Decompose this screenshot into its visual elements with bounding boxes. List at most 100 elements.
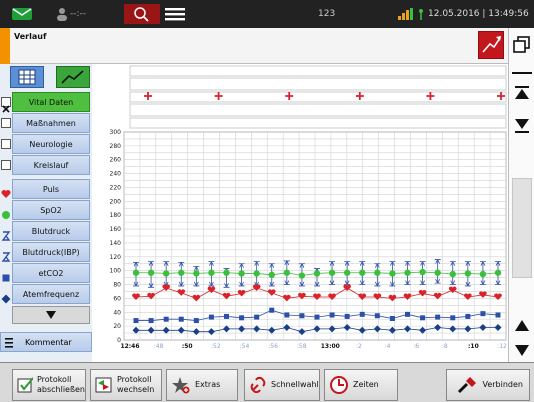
diamond-icon — [1, 289, 11, 304]
quickselect-button[interactable]: Schnellwahl — [244, 369, 320, 401]
etco2-point — [405, 311, 410, 317]
status-center: 123 — [318, 9, 336, 19]
nav-item-puls[interactable]: Puls — [12, 179, 90, 199]
menu-icon[interactable] — [165, 7, 185, 21]
etco2-point — [420, 315, 426, 321]
y-tick-label: 100 — [110, 268, 122, 275]
switch-protocol-label-2: wechseln — [117, 385, 155, 394]
arrow-down-icon — [46, 311, 56, 319]
scroll-top-button[interactable] — [515, 86, 529, 102]
extras-icon — [172, 377, 190, 394]
scroll-bottom-button[interactable] — [515, 118, 529, 134]
status-bar: --:-- 123 12.05.2016 | 13:49:56 — [0, 0, 534, 28]
spo2-point — [223, 269, 230, 276]
sidebar: Vital Daten Maßnahmen Neurologie Kreislauf P… — [0, 64, 92, 362]
nav-item-etco2[interactable]: etCO2 — [12, 263, 90, 283]
x-tick-label: :2 — [356, 343, 362, 350]
comment-button[interactable]: Kommentar — [0, 332, 92, 352]
x-tick-label: :48 — [154, 343, 164, 350]
spo2-point — [479, 270, 487, 278]
nav-more-button[interactable] — [12, 306, 90, 324]
scroll-down-button[interactable] — [515, 342, 529, 356]
table-view-button[interactable] — [10, 66, 44, 88]
trend-icon — [61, 70, 84, 84]
checkbox-3[interactable] — [1, 160, 11, 170]
right-panel — [508, 28, 534, 362]
checkbox-1[interactable] — [1, 118, 11, 128]
spo2-point — [178, 269, 185, 276]
x-tick-label: 12:46 — [120, 343, 139, 350]
spo2-point — [162, 270, 170, 277]
nav-item-blutdruck[interactable]: Blutdruck — [12, 221, 90, 241]
etco2-point — [359, 311, 365, 317]
x-tick-label: :8 — [442, 343, 448, 350]
etco2-point — [374, 313, 380, 319]
connect-button[interactable]: Verbinden — [446, 369, 530, 401]
nav-item-spo2[interactable]: SpO2 — [12, 200, 90, 220]
scroll-up-button[interactable] — [515, 318, 529, 332]
nav-item-vital-daten[interactable]: Vital Daten — [12, 92, 90, 112]
connect-icon — [458, 377, 477, 394]
etco2-point — [435, 314, 441, 320]
nav-item-label: Puls — [42, 184, 60, 194]
spo2-point — [268, 271, 275, 279]
heart-icon — [1, 184, 11, 198]
window-icon[interactable] — [513, 36, 531, 54]
search-button[interactable] — [124, 4, 160, 24]
spo2-point — [434, 269, 441, 276]
y-tick-label: 80 — [113, 282, 121, 289]
mail-icon[interactable] — [12, 8, 32, 20]
title-bar: Verlauf — [0, 28, 508, 64]
etco2-point — [344, 313, 350, 319]
nav-item-label: Blutdruck — [31, 226, 71, 236]
y-tick-label: 20 — [113, 323, 121, 330]
switch-protocol-button[interactable]: Protokoll wechseln — [90, 369, 162, 401]
nav-item-kreislauf[interactable]: Kreislauf — [12, 155, 90, 175]
nav-item-ma-nahmen[interactable]: Maßnahmen — [12, 113, 90, 133]
etco2-point — [495, 312, 501, 318]
y-tick-label: 260 — [110, 157, 122, 164]
user-icon[interactable] — [56, 7, 68, 21]
nav-item-label: Maßnahmen — [26, 118, 76, 128]
trend-view-button[interactable] — [478, 31, 504, 59]
event-row — [129, 91, 507, 103]
close-protocol-icon — [17, 377, 33, 393]
spo2-point — [343, 269, 351, 276]
nav-item-blutdruck-ibp-[interactable]: Blutdruck(IBP) — [12, 242, 90, 262]
close-protocol-button[interactable]: Protokoll abschließen — [12, 369, 86, 401]
circle-icon — [1, 205, 11, 219]
etco2-point — [148, 318, 154, 324]
spo2-point — [298, 272, 306, 279]
bottom-toolbar: Protokoll abschließen Protokoll wechseln E… — [0, 362, 534, 402]
etco2-point — [254, 314, 260, 320]
checkbox-0[interactable] — [1, 97, 11, 113]
search-icon — [134, 7, 149, 22]
spo2-point — [313, 270, 321, 277]
event-row — [129, 103, 507, 117]
spo2-point — [374, 269, 381, 276]
nav-item-neurologie[interactable]: Neurologie — [12, 134, 90, 154]
nav-item-atemfrequenz[interactable]: Atemfrequenz — [12, 284, 90, 304]
extras-button[interactable]: Extras — [166, 369, 238, 401]
times-button[interactable]: Zeiten — [324, 369, 398, 401]
scrollbar-thumb[interactable] — [512, 178, 532, 278]
event-row — [129, 77, 507, 91]
checkbox-2[interactable] — [1, 139, 11, 149]
status-datetime: 12.05.2016 | 13:49:56 — [428, 9, 529, 19]
table-icon — [18, 69, 36, 85]
nav-item-label: Kreislauf — [33, 160, 69, 170]
x-tick-label: :52 — [211, 343, 221, 350]
etco2-point — [269, 307, 275, 313]
spo2-point — [419, 268, 426, 276]
etco2-point — [299, 313, 305, 319]
x-tick-label: :12 — [497, 343, 507, 350]
trend-chart[interactable]: 300 280 260 240 220 200 180 160 140 120 100 80 60 40 2… — [92, 64, 508, 362]
scroll-bottom-icon — [515, 119, 529, 133]
y-tick-label: 160 — [110, 226, 122, 233]
etco2-point — [133, 318, 139, 324]
graph-view-button[interactable] — [56, 66, 90, 88]
spo2-point — [283, 269, 291, 276]
trend-icon — [482, 36, 501, 53]
nav-item-label: Neurologie — [29, 139, 73, 149]
x-tick-label: :54 — [240, 343, 250, 350]
